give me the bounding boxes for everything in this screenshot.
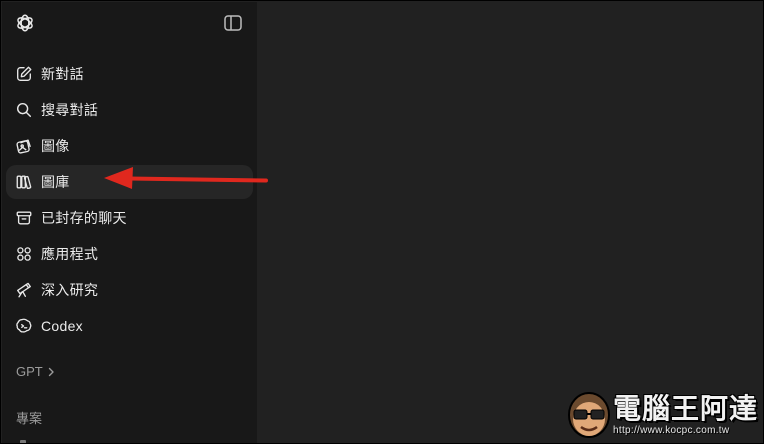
sidebar-item-label: 圖庫 xyxy=(41,174,70,190)
gpt-section-label: GPT xyxy=(16,364,43,379)
openai-logo-icon[interactable] xyxy=(14,12,36,34)
edit-icon xyxy=(14,64,34,84)
mascot-face-icon xyxy=(565,383,613,439)
sidebar-toggle-icon[interactable] xyxy=(223,14,243,32)
sidebar-item-deep-research[interactable]: 深入研究 xyxy=(6,273,253,307)
sidebar-item-label: 應用程式 xyxy=(41,246,99,262)
sidebar-item-new-chat[interactable]: 新對話 xyxy=(6,57,253,91)
sidebar-item-label: 深入研究 xyxy=(41,282,99,298)
sidebar-item-apps[interactable]: 應用程式 xyxy=(6,237,253,271)
sidebar-item-codex[interactable]: Codex xyxy=(6,309,253,343)
sidebar-item-label: 圖像 xyxy=(41,138,70,154)
projects-section-label: 專案 xyxy=(16,411,43,426)
sidebar-item-label: 搜尋對話 xyxy=(41,102,99,118)
apps-icon xyxy=(14,244,34,264)
sidebar-item-images[interactable]: 圖像 xyxy=(6,129,253,163)
sidebar-item-label: 已封存的聊天 xyxy=(41,210,127,226)
sidebar-item-label: 新對話 xyxy=(41,66,84,82)
sidebar-item-label: Codex xyxy=(41,318,83,334)
main-content xyxy=(257,2,763,443)
watermark: 電腦王阿達 http://www.kocpc.com.tw xyxy=(561,381,761,443)
project-item-icon[interactable] xyxy=(20,440,26,443)
gpt-section-toggle[interactable]: GPT xyxy=(16,364,55,379)
sidebar-item-search-chats[interactable]: 搜尋對話 xyxy=(6,93,253,127)
telescope-icon xyxy=(14,280,34,300)
archive-icon xyxy=(14,208,34,228)
watermark-url: http://www.kocpc.com.tw xyxy=(613,425,730,436)
image-icon xyxy=(14,136,34,156)
search-icon xyxy=(14,100,34,120)
sidebar-item-archived-chats[interactable]: 已封存的聊天 xyxy=(6,201,253,235)
sidebar-item-library[interactable]: 圖庫 xyxy=(6,165,253,199)
codex-icon xyxy=(14,316,34,336)
watermark-title: 電腦王阿達 xyxy=(613,392,759,425)
sidebar: 新對話 搜尋對話 圖像 圖庫 已封存的聊天 應用程式 深入研究 Codex GP… xyxy=(2,2,257,443)
library-icon xyxy=(14,172,34,192)
chevron-right-icon xyxy=(48,367,54,376)
app-window: 新對話 搜尋對話 圖像 圖庫 已封存的聊天 應用程式 深入研究 Codex GP… xyxy=(0,0,764,444)
